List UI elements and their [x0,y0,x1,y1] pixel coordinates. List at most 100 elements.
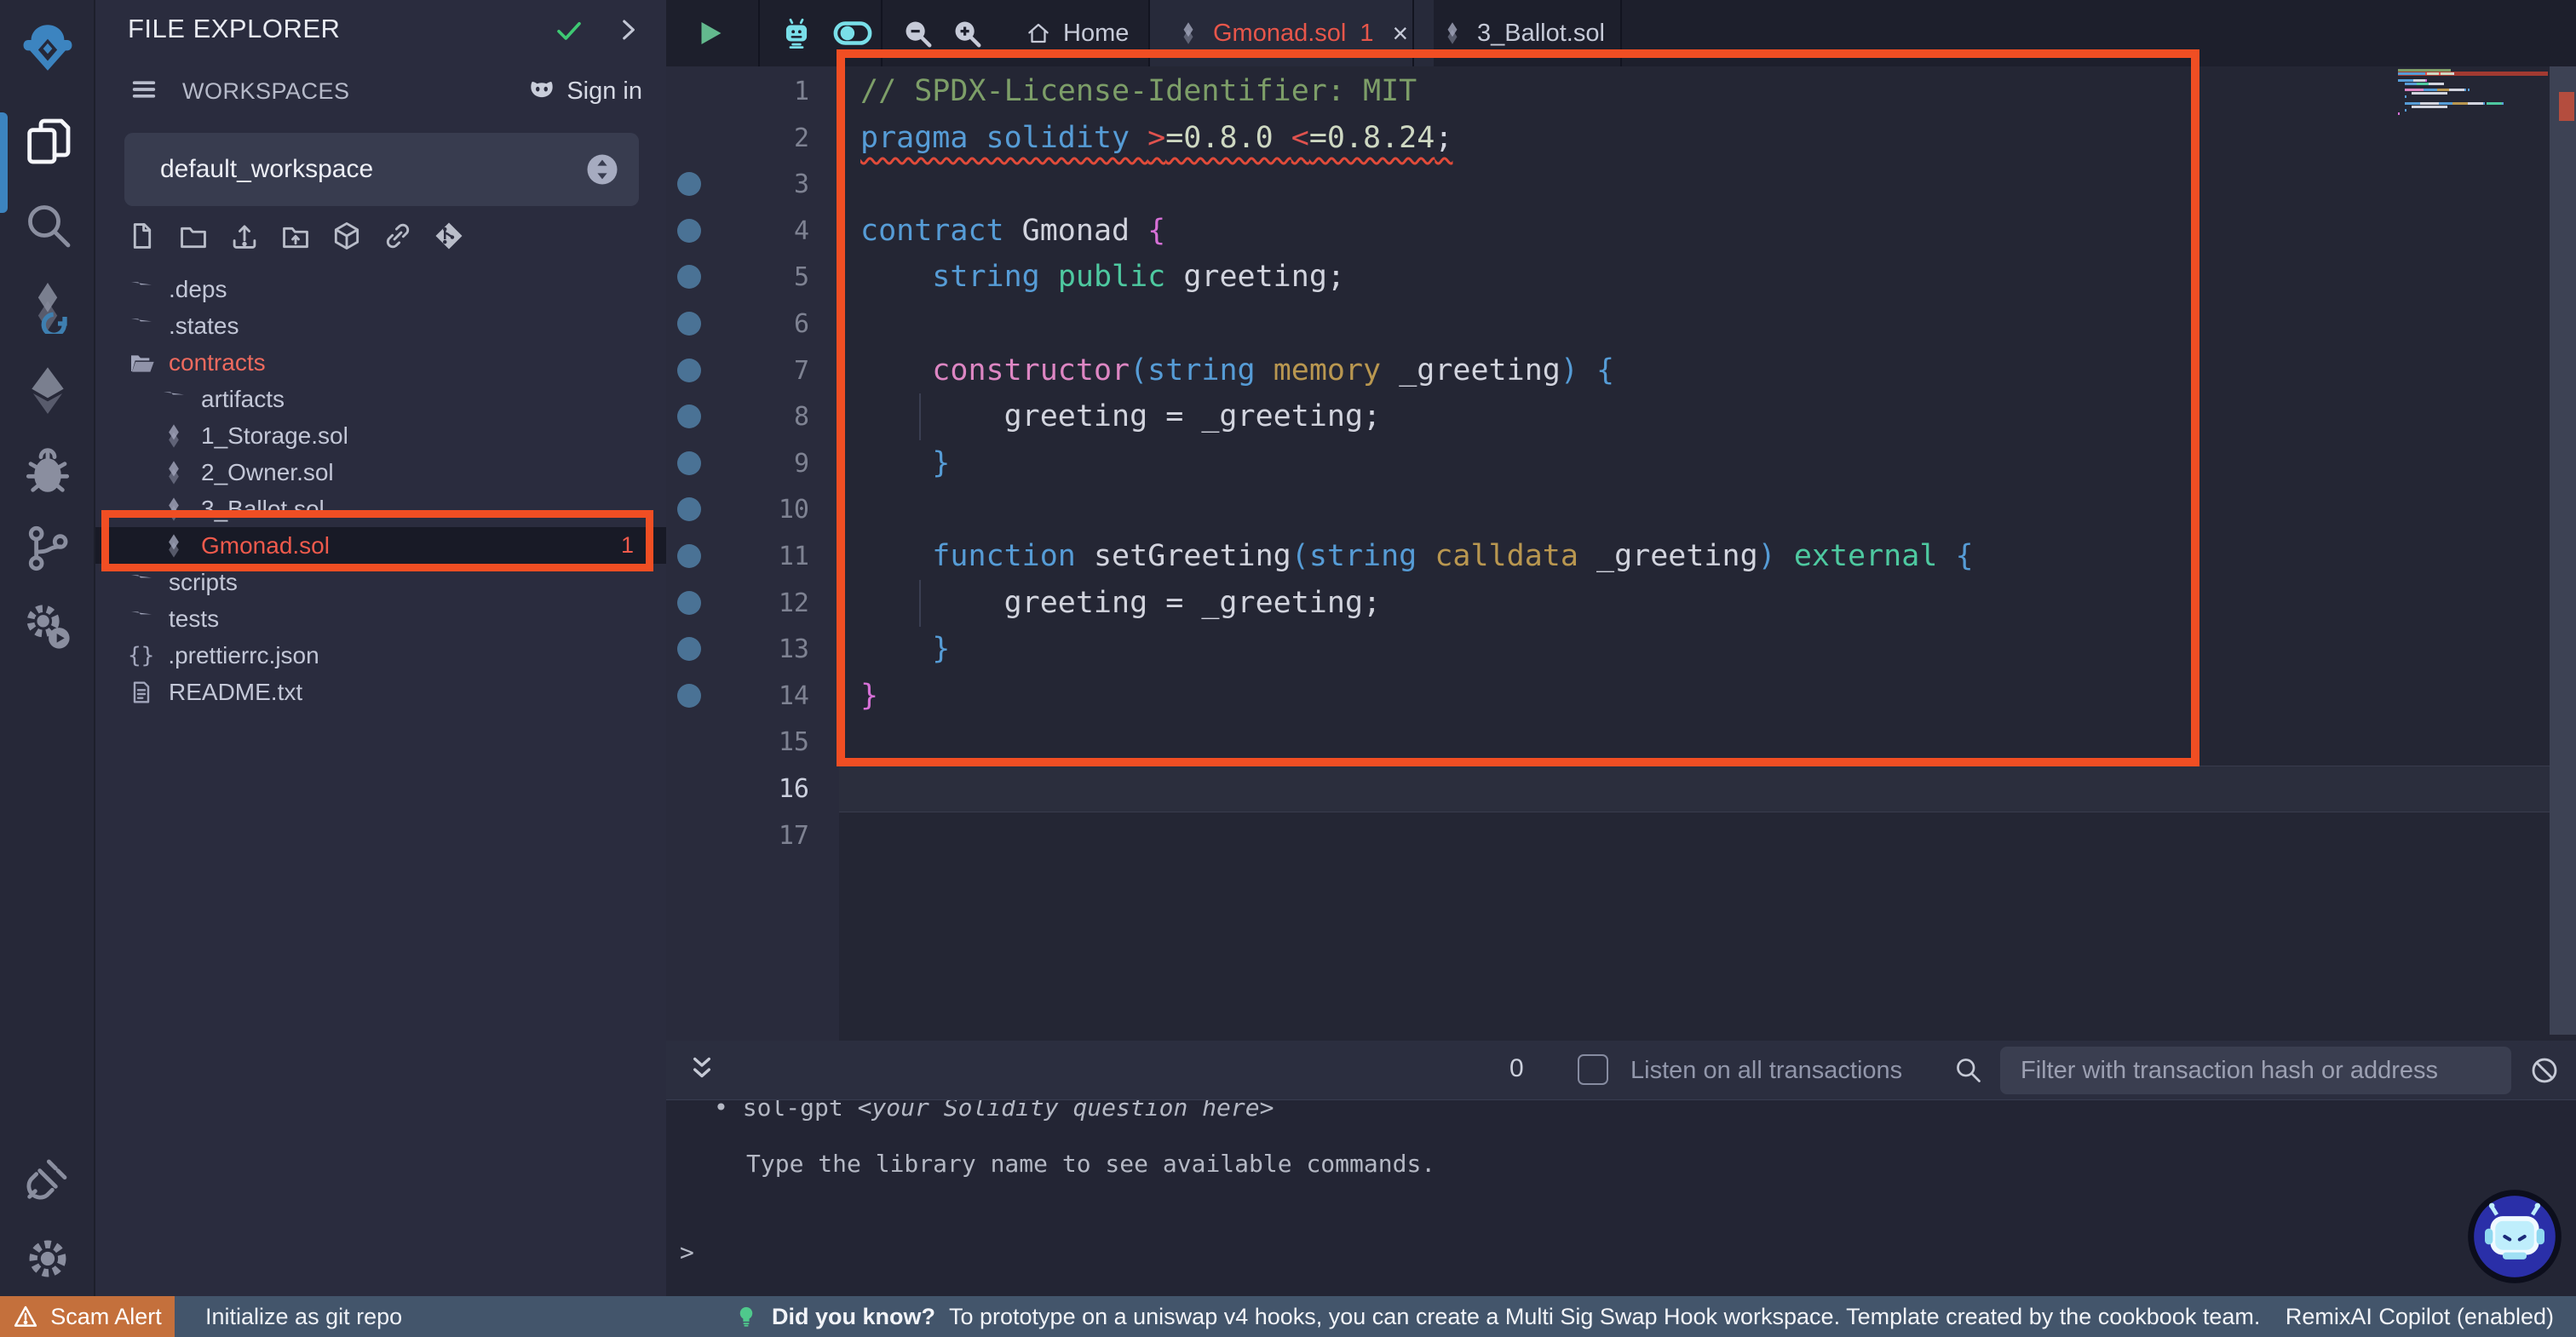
upload-folder-icon[interactable] [279,220,312,252]
scam-alert-button[interactable]: Scam Alert [0,1296,175,1337]
upload-file-icon[interactable] [228,220,261,252]
terminal-collapse-icon[interactable] [685,1053,719,1087]
ipfs-cube-icon[interactable] [331,220,363,252]
deploy-run-icon[interactable] [20,363,75,417]
remix-ide-window: FILE EXPLORER WORKSPACES Sign in default… [0,0,2576,1337]
breakpoint-dot[interactable] [677,172,701,196]
scrollbar-error-marker [2559,92,2574,121]
tab-error-badge: 1 [1360,20,1373,48]
breakpoint-dot[interactable] [677,497,701,521]
file-tree: .deps .states contractsartifacts1_Storage.… [95,271,666,710]
tree-item-artifacts[interactable]: artifacts [95,381,666,417]
tab-home[interactable]: Home [1002,0,1153,66]
tab-ballot[interactable]: 3_Ballot.sol [1414,0,1630,66]
workspaces-menu-icon[interactable] [129,75,158,104]
git-init-button[interactable]: Initialize as git repo [205,1304,402,1330]
new-folder-icon[interactable] [177,220,210,252]
breakpoint-dot[interactable] [677,684,701,708]
breakpoint-dot[interactable] [677,219,701,243]
tab-close-icon[interactable]: × [1393,18,1409,49]
tab-gmonad[interactable]: Gmonad.sol 1 × [1150,0,1434,66]
breakpoint-dot[interactable] [677,405,701,428]
solidity-compiler-icon[interactable] [20,279,75,334]
breakpoint-dot[interactable] [677,312,701,336]
tree-item-contracts[interactable]: contracts [95,344,666,381]
chevron-right-icon[interactable] [613,15,642,44]
indent-guide [919,393,921,440]
terminal-prompt[interactable]: > [680,1238,694,1266]
tree-item-label: 3_Ballot.sol [201,496,325,523]
code-editor[interactable]: 1234567891011121314151617 // SPDX-Licens… [666,66,2576,1041]
transaction-filter-input[interactable] [2000,1047,2511,1094]
minimap-line [2398,83,2444,85]
folder-icon [128,313,155,340]
minimap[interactable] [2398,66,2548,237]
sol-file-icon [160,496,187,523]
listen-checkbox[interactable] [1578,1054,1608,1085]
terminal: 0 Listen on all transactions • sol-gpt <… [666,1041,2576,1296]
tree-item-label: .states [169,313,239,340]
plugin-settings-icon[interactable] [20,600,75,654]
tree-item-tests[interactable]: tests [95,600,666,637]
new-file-icon[interactable] [126,220,158,252]
minimap-line [2398,89,2470,91]
zoom-in-icon[interactable] [951,17,983,49]
tab-label: 3_Ballot.sol [1477,20,1605,48]
line-number: 14 [743,673,809,720]
copilot-toggle-icon[interactable] [833,14,872,53]
tree-item-readme-txt[interactable]: README.txt [95,674,666,710]
zoom-out-icon[interactable] [901,17,934,49]
search-icon[interactable] [20,198,75,252]
tab-label: Home [1063,20,1129,48]
tree-item-label: scripts [169,569,238,596]
code-line-4: contract Gmonad { [860,208,1165,255]
tab-bar: Home Gmonad.sol 1 × 3_Ballot.sol [666,0,2576,66]
file-explorer-toolbar [126,220,465,257]
plugin-manager-icon[interactable] [20,1151,75,1206]
breakpoint-dot[interactable] [677,591,701,615]
line-number: 1 [743,68,809,115]
breakpoint-dot[interactable] [677,265,701,289]
tree-item-3-ballot-sol[interactable]: 3_Ballot.sol [95,491,666,527]
listen-label[interactable]: Listen on all transactions [1630,1057,1902,1085]
breakpoint-dot[interactable] [677,359,701,382]
minimap-line [2398,112,2400,115]
settings-gear-icon[interactable] [24,1235,72,1282]
tree-item--deps[interactable]: .deps [95,271,666,307]
line-number: 6 [743,301,809,347]
breakpoint-dot[interactable] [677,451,701,475]
editor-scrollbar[interactable] [2550,66,2576,1035]
debugger-icon[interactable] [20,445,75,499]
minimap-line [2398,72,2454,75]
copilot-status[interactable]: RemixAI Copilot (enabled) [2286,1304,2554,1330]
git-icon[interactable] [20,521,75,576]
code-line-2: pragma solidity >=0.8.0 <=0.8.24; [860,115,1452,162]
ai-robot-icon[interactable] [779,15,814,51]
breakpoint-dot[interactable] [677,637,701,661]
tree-item--states[interactable]: .states [95,307,666,344]
tree-item-scripts[interactable]: scripts [95,564,666,600]
clear-terminal-icon[interactable] [2528,1054,2561,1087]
tree-item-1-storage-sol[interactable]: 1_Storage.sol [95,417,666,454]
tree-item-2-owner-sol[interactable]: 2_Owner.sol [95,454,666,491]
tree-item--prettierrc-json[interactable]: {}.prettierrc.json [95,637,666,674]
workspace-select[interactable]: default_workspace [124,133,639,206]
check-icon[interactable] [554,15,584,46]
sign-in-button[interactable]: Sign in [526,75,642,107]
line-number: 4 [743,208,809,255]
breakpoint-dot[interactable] [677,544,701,568]
minimap-line [2398,95,2406,98]
tree-item-gmonad-sol[interactable]: Gmonad.sol1 [95,527,666,564]
run-script-icon[interactable] [693,17,726,49]
link-icon[interactable] [382,220,414,252]
code-line-14: } [860,673,878,720]
github-icon [526,75,558,107]
git-import-icon[interactable] [433,220,465,252]
ai-assistant-button[interactable] [2467,1189,2562,1284]
status-bar: Scam Alert Initialize as git repo Did yo… [0,1296,2576,1337]
file-explorer-icon[interactable] [20,114,75,169]
folder-icon [160,386,187,413]
editor-gutter[interactable]: 1234567891011121314151617 [666,66,839,1041]
tree-item-label: README.txt [169,679,302,706]
dyk-label: Did you know? [772,1304,935,1330]
